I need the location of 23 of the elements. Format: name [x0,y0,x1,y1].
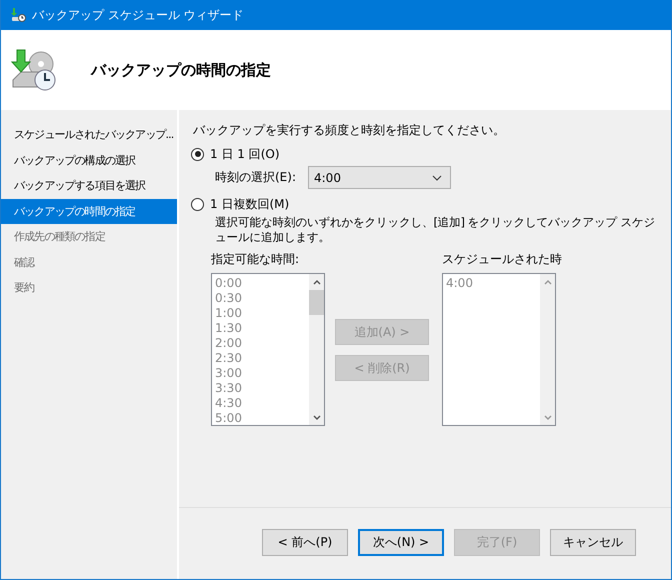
scheduled-label: スケジュールされた時 [442,251,562,268]
step-item[interactable]: バックアップの時間の指定 [1,198,177,224]
wizard-button[interactable]: < 前へ(P) [262,528,348,556]
step-item[interactable]: スケジュールされたバックアップ... [1,122,177,148]
wizard-button[interactable]: キャンセル [550,528,636,556]
wizard-button[interactable]: 次へ(N) > [358,528,444,556]
app-icon [10,7,26,23]
page-title: バックアップの時間の指定 [91,60,271,80]
instruction-text: バックアップを実行する頻度と時刻を指定してください。 [193,122,506,139]
description-text: 選択可能な時刻のいずれかをクリックし、[追加] をクリックしてバックアップ スケジュールに追加します。 [215,215,656,245]
chevron-icon [432,174,442,180]
time-label: 時刻の選択(E): [215,169,296,186]
scroll-down-icon [544,415,552,420]
step-item[interactable]: バックアップの構成の選択 [1,148,177,173]
window-title: バックアップ スケジュール ウィザード [32,6,244,24]
radio-button[interactable] [191,148,204,160]
step-item[interactable]: バックアップする項目を選択 [1,173,177,198]
radio-label[interactable]: 1 日複数回(M) [210,196,290,212]
radio-label[interactable]: 1 日 1 回(O) [210,146,280,162]
radio-button[interactable] [191,198,204,210]
scroll-up-icon [544,280,552,285]
available-label: 指定可能な時間: [211,251,300,268]
time-dropdown[interactable]: 4:00 [308,166,451,189]
